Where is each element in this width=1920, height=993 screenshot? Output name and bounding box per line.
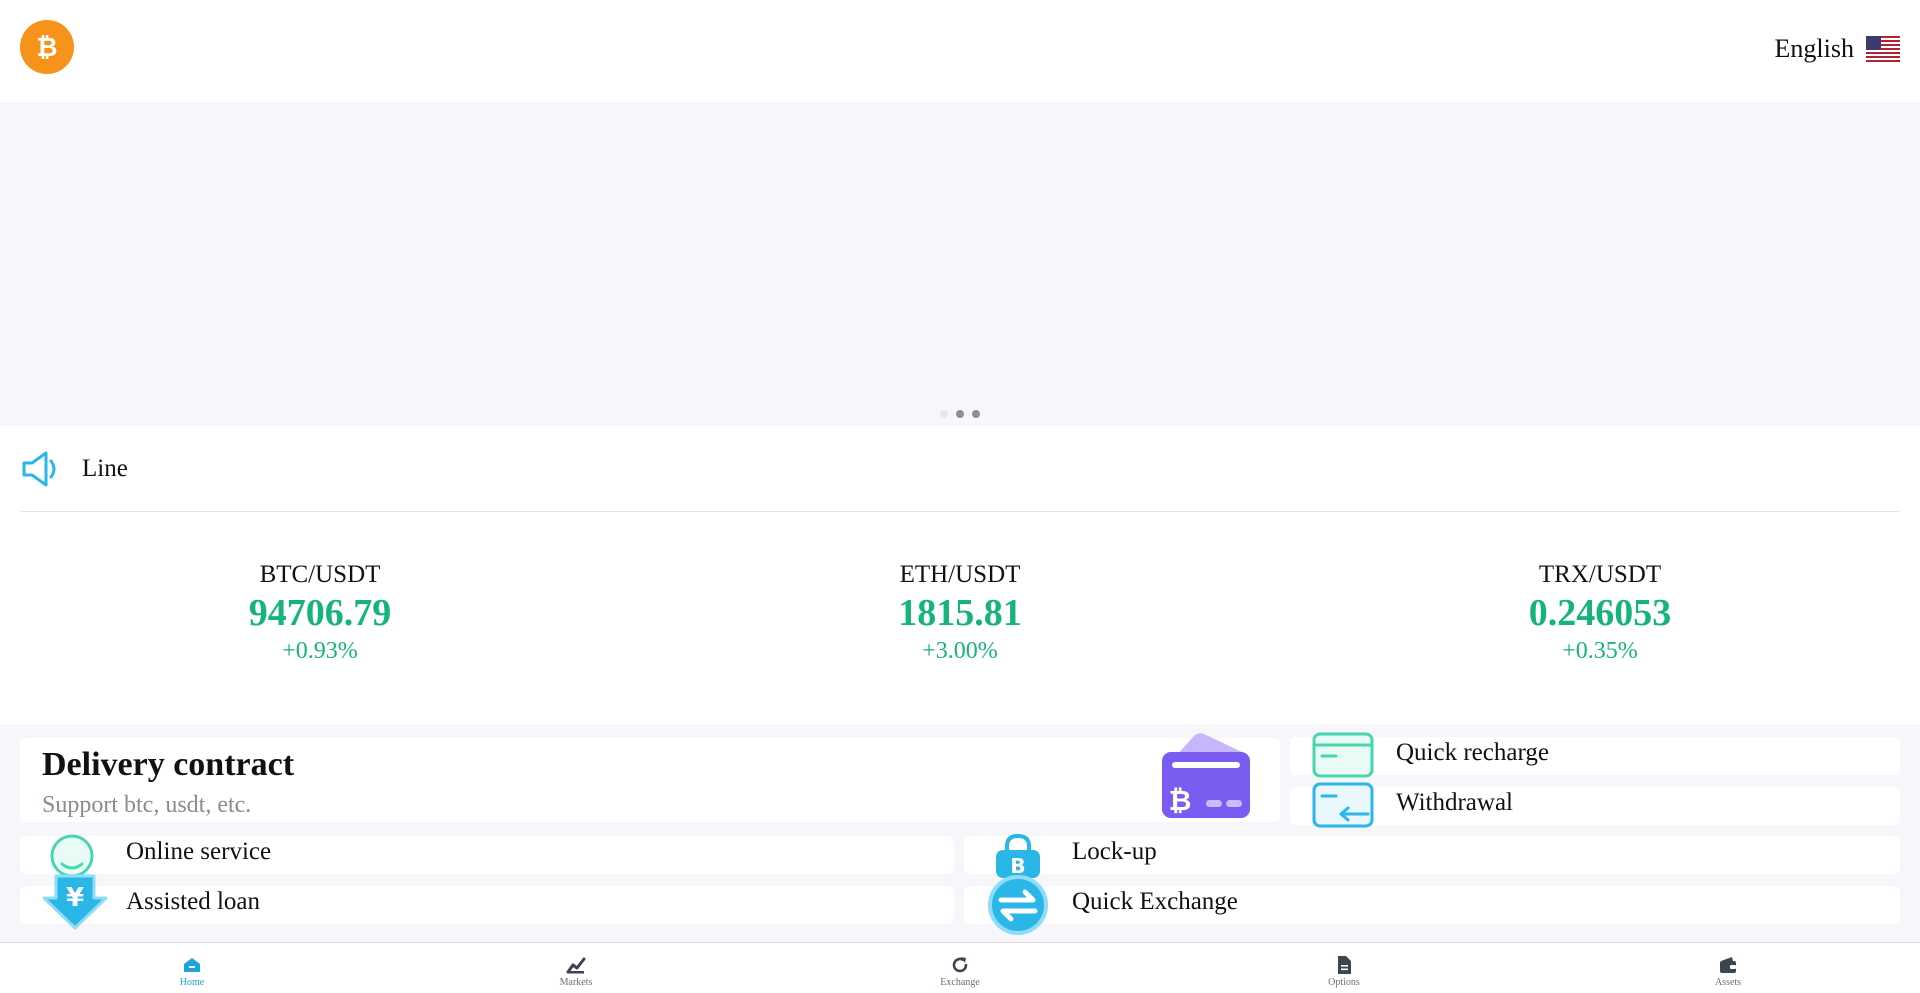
withdrawal-card[interactable]: Withdrawal bbox=[1290, 787, 1900, 825]
nav-home-label: Home bbox=[179, 977, 205, 988]
ticker-change: +3.00% bbox=[922, 638, 998, 664]
ticker-trx-usdt[interactable]: TRX/USDT 0.246053 +0.35% bbox=[1280, 560, 1920, 680]
online-service-card[interactable]: Online service bbox=[20, 836, 954, 874]
customer-service-icon bbox=[50, 834, 94, 878]
ticker-change: +0.35% bbox=[1562, 638, 1638, 664]
svg-text:¥: ¥ bbox=[66, 883, 84, 913]
withdrawal-card-icon bbox=[1312, 782, 1374, 828]
ticker-pair: ETH/USDT bbox=[899, 561, 1021, 588]
ticker-pair: BTC/USDT bbox=[259, 561, 381, 588]
carousel-dot[interactable] bbox=[956, 410, 964, 418]
nav-assets-label: Assets bbox=[1714, 977, 1742, 988]
delivery-contract-title: Delivery contract bbox=[42, 746, 295, 783]
lock-up-label: Lock-up bbox=[1072, 838, 1157, 865]
ticker-price: 0.246053 bbox=[1528, 592, 1672, 634]
nav-markets[interactable]: Markets bbox=[384, 943, 768, 993]
us-flag-icon bbox=[1866, 36, 1900, 62]
wallet-icon bbox=[1720, 957, 1736, 973]
nav-options[interactable]: Options bbox=[1152, 943, 1536, 993]
speaker-icon bbox=[22, 451, 56, 486]
exchange-arrows-icon bbox=[988, 875, 1048, 935]
quick-recharge-card[interactable]: Quick recharge bbox=[1290, 737, 1900, 775]
top-header: ₿ English bbox=[0, 0, 1920, 102]
quick-exchange-label: Quick Exchange bbox=[1072, 888, 1238, 915]
svg-text:₿: ₿ bbox=[1169, 784, 1192, 817]
nav-markets-label: Markets bbox=[559, 977, 593, 988]
lock-icon: B bbox=[996, 833, 1040, 878]
bottom-navigation: Home Markets Exchange Options Assets bbox=[0, 942, 1920, 993]
carousel-dots bbox=[0, 410, 1920, 418]
bitcoin-card-icon: ₿ bbox=[1162, 733, 1250, 818]
language-label: English bbox=[1774, 34, 1854, 63]
recharge-card-icon bbox=[1312, 732, 1374, 778]
ticker-row: BTC/USDT 94706.79 +0.93% ETH/USDT 1815.8… bbox=[0, 560, 1920, 680]
quick-exchange-card[interactable]: Quick Exchange bbox=[964, 886, 1900, 924]
chart-icon bbox=[566, 957, 586, 974]
home-icon bbox=[184, 958, 200, 972]
banner-carousel[interactable] bbox=[0, 102, 1920, 426]
carousel-dot[interactable] bbox=[940, 410, 948, 418]
yuan-down-arrow-icon: ¥ bbox=[42, 874, 108, 930]
nav-exchange-label: Exchange bbox=[940, 977, 980, 988]
lock-up-card[interactable]: Lock-up bbox=[964, 836, 1900, 874]
svg-text:₿: ₿ bbox=[36, 33, 57, 63]
withdrawal-label: Withdrawal bbox=[1396, 789, 1514, 816]
feature-grid: Delivery contract Support btc, usdt, etc… bbox=[0, 724, 1920, 942]
language-selector[interactable]: English bbox=[1775, 34, 1900, 64]
document-icon bbox=[1338, 956, 1351, 974]
ticker-pair: TRX/USDT bbox=[1538, 561, 1662, 588]
delivery-contract-subtitle: Support btc, usdt, etc. bbox=[42, 792, 252, 818]
ticker-price: 94706.79 bbox=[248, 592, 392, 634]
nav-home[interactable]: Home bbox=[0, 943, 384, 993]
notice-bar[interactable]: Line bbox=[20, 426, 1900, 512]
refresh-icon bbox=[952, 957, 968, 973]
nav-options-label: Options bbox=[1328, 977, 1360, 988]
nav-exchange[interactable]: Exchange bbox=[768, 943, 1152, 993]
assisted-loan-card[interactable]: Assisted loan bbox=[20, 886, 954, 924]
nav-assets[interactable]: Assets bbox=[1536, 943, 1920, 993]
bitcoin-logo-icon[interactable]: ₿ bbox=[20, 20, 74, 74]
ticker-change: +0.93% bbox=[282, 638, 358, 664]
ticker-eth-usdt[interactable]: ETH/USDT 1815.81 +3.00% bbox=[640, 560, 1280, 680]
app-page: ₿ English Line BTC/USDT 94706.79 +0.93% … bbox=[0, 0, 1920, 993]
online-service-label: Online service bbox=[126, 838, 272, 865]
carousel-dot[interactable] bbox=[972, 410, 980, 418]
notice-text: Line bbox=[82, 454, 128, 482]
quick-recharge-label: Quick recharge bbox=[1396, 739, 1549, 766]
delivery-contract-card[interactable]: Delivery contract Support btc, usdt, etc… bbox=[20, 733, 1280, 822]
ticker-price: 1815.81 bbox=[898, 592, 1022, 634]
ticker-btc-usdt[interactable]: BTC/USDT 94706.79 +0.93% bbox=[0, 560, 640, 680]
assisted-loan-label: Assisted loan bbox=[126, 888, 261, 915]
